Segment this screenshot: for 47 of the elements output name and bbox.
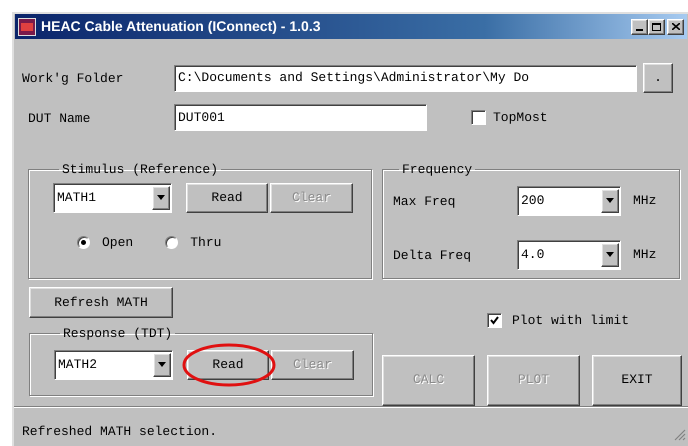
dropdown[interactable]: MATH2: [54, 350, 173, 380]
read-button[interactable]: Read: [187, 350, 269, 380]
minimize-icon: [636, 28, 643, 30]
field-label: DUT Name: [28, 110, 90, 126]
dropdown[interactable]: 200: [517, 186, 621, 216]
maximize-button[interactable]: [648, 18, 665, 34]
group-title: Frequency: [401, 161, 474, 179]
dropdown-button[interactable]: [152, 186, 170, 210]
resize-grip-icon: [674, 429, 686, 441]
minimize-button[interactable]: [631, 18, 648, 34]
group-title: Response (TDT): [62, 325, 174, 343]
checkbox-label: TopMost: [493, 108, 548, 127]
field-label: Max Freq: [393, 194, 456, 208]
app-icon: [18, 18, 36, 36]
close-icon: [672, 23, 680, 30]
window-title: HEAC Cable Attenuation (IConnect) - 1.0.3: [41, 17, 322, 36]
checkbox[interactable]: [487, 313, 502, 328]
radio-label: Open: [102, 234, 134, 252]
dropdown-button[interactable]: [601, 188, 619, 212]
caret-icon: [158, 362, 166, 367]
unit-label: MHz: [633, 192, 656, 210]
caret-icon: [606, 252, 614, 257]
dropdown-button[interactable]: [153, 352, 171, 376]
checkbox[interactable]: [471, 110, 486, 125]
radio-label: Thru: [190, 234, 222, 252]
dut-name-field[interactable]: DUT001: [174, 104, 427, 131]
dropdown-button[interactable]: [601, 242, 619, 266]
read-button[interactable]: Read: [186, 182, 268, 212]
browse-button[interactable]: .: [643, 63, 673, 93]
folder-field[interactable]: C:\Documents and Settings\Administrator\My Do: [174, 64, 637, 92]
maximize-icon: [652, 22, 661, 30]
dropdown[interactable]: MATH1: [53, 182, 172, 212]
group-title: Stimulus (Reference): [61, 161, 220, 179]
close-button[interactable]: [667, 18, 684, 34]
field-label: Delta Freq: [393, 248, 472, 262]
unit-label: MHz: [633, 246, 656, 264]
dropdown[interactable]: 4.0: [517, 240, 621, 270]
action-button[interactable]: EXIT: [592, 354, 682, 406]
refresh-button[interactable]: Refresh MATH: [29, 287, 173, 318]
radio-button[interactable]: [77, 236, 90, 249]
checkbox-label: Plot with limit: [512, 312, 630, 330]
caret-icon: [606, 198, 614, 203]
check-icon: [490, 316, 499, 326]
status-text: Refreshed MATH selection.: [22, 422, 218, 440]
radio-button[interactable]: [165, 236, 178, 249]
caret-icon: [157, 195, 165, 200]
field-label: Work'g Folder: [22, 71, 124, 86]
